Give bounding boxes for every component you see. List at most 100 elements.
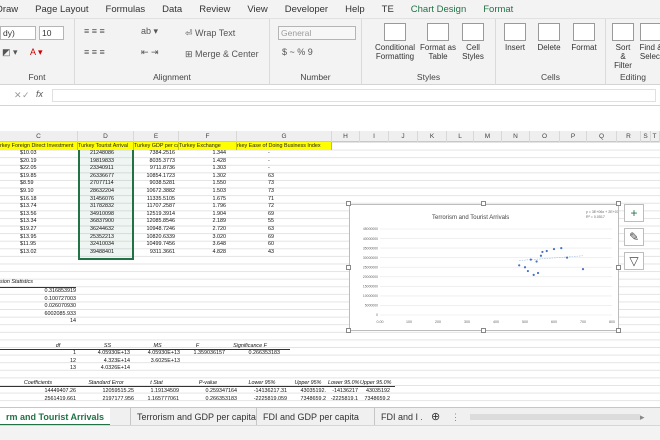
table-cell[interactable]: $13.56 bbox=[20, 211, 48, 218]
conditional-formatting-button[interactable]: Conditional Formatting bbox=[374, 23, 416, 61]
anova-cell[interactable]: 0.266353183 bbox=[220, 350, 280, 357]
ribbon-tab[interactable]: Help bbox=[345, 4, 365, 15]
scatter-chart[interactable]: Terrorism and Tourist Arrivals y = 3E+06x… bbox=[349, 204, 619, 331]
ribbon-tab[interactable]: Formulas bbox=[106, 4, 146, 15]
stat-value[interactable]: 0.316853919 bbox=[20, 288, 76, 295]
table-cell[interactable]: $16.18 bbox=[20, 196, 48, 203]
column-header[interactable]: T bbox=[650, 131, 660, 142]
coef-cell[interactable]: 7348659.2 bbox=[360, 396, 390, 403]
table-cell[interactable]: 1.796 bbox=[206, 203, 227, 210]
table-cell[interactable]: - bbox=[268, 165, 288, 172]
ribbon-tab[interactable]: Page Layout bbox=[35, 4, 88, 15]
anova-cell[interactable]: 1.359036157 bbox=[170, 350, 225, 357]
column-header[interactable]: M bbox=[474, 131, 502, 142]
font-name-box[interactable]: dy) bbox=[0, 26, 36, 40]
resize-handle[interactable] bbox=[481, 201, 486, 206]
table-cell[interactable]: 1.302 bbox=[206, 173, 227, 180]
resize-handle[interactable] bbox=[616, 328, 621, 333]
anova-cell[interactable]: 4.323E+14 bbox=[85, 358, 130, 365]
table-cell[interactable]: 10948.7246 bbox=[137, 226, 175, 233]
coef-cell[interactable]: 7348659.2 bbox=[290, 396, 326, 403]
table-cell[interactable]: 25352213 bbox=[90, 234, 120, 241]
scroll-right-icon[interactable]: ▸ bbox=[640, 408, 645, 426]
table-cell[interactable]: 12519.3914 bbox=[137, 211, 175, 218]
header-cell[interactable]: rkey Foreign Direct Investment bbox=[0, 142, 78, 150]
number-format-box[interactable]: General bbox=[278, 26, 356, 40]
table-cell[interactable]: 1.428 bbox=[206, 158, 227, 165]
ribbon-tab[interactable]: View bbox=[247, 4, 267, 15]
sheet-tab[interactable]: FDI and I ... bbox=[374, 408, 422, 426]
table-cell[interactable]: 31782832 bbox=[90, 203, 120, 210]
coef-cell[interactable]: -2225819.059 bbox=[237, 396, 287, 403]
table-cell[interactable]: 3.020 bbox=[206, 234, 227, 241]
column-header[interactable]: R bbox=[617, 131, 641, 142]
font-color-icon[interactable]: A ▾ bbox=[30, 47, 43, 58]
table-cell[interactable]: 11707.2587 bbox=[137, 203, 175, 210]
table-cell[interactable]: 43 bbox=[268, 249, 288, 256]
delete-button[interactable]: Delete bbox=[534, 23, 564, 52]
table-cell[interactable]: 9711.8736 bbox=[137, 165, 175, 172]
table-cell[interactable]: 21248086 bbox=[90, 150, 120, 157]
coef-cell[interactable]: 0.266353183 bbox=[179, 396, 237, 403]
table-cell[interactable]: 11335.5105 bbox=[137, 196, 175, 203]
table-cell[interactable]: 4.828 bbox=[206, 249, 227, 256]
table-cell[interactable]: 19819833 bbox=[90, 158, 120, 165]
table-cell[interactable]: 73 bbox=[268, 188, 288, 195]
formula-input[interactable] bbox=[52, 89, 656, 102]
table-cell[interactable]: - bbox=[268, 150, 288, 157]
coef-cell[interactable]: 1.165777061 bbox=[134, 396, 179, 403]
table-cell[interactable]: $10.03 bbox=[20, 150, 48, 157]
table-cell[interactable]: 7384.2516 bbox=[137, 150, 175, 157]
table-cell[interactable]: 27077114 bbox=[90, 180, 120, 187]
table-cell[interactable]: 34910098 bbox=[90, 211, 120, 218]
coef-cell[interactable]: -2225819.1 bbox=[328, 396, 358, 403]
format-button[interactable]: Format bbox=[568, 23, 600, 52]
column-header[interactable]: J bbox=[389, 131, 418, 142]
column-header[interactable]: N bbox=[502, 131, 530, 142]
font-size-box[interactable]: 10 bbox=[39, 26, 64, 40]
table-cell[interactable]: $9.10 bbox=[20, 188, 48, 195]
header-cell[interactable]: rkey Ease of Doing Business Index bbox=[237, 142, 332, 150]
number-format-symbols[interactable]: $ ~ % 9 bbox=[282, 47, 313, 57]
table-cell[interactable]: 12085.8546 bbox=[137, 218, 175, 225]
resize-handle[interactable] bbox=[346, 265, 351, 270]
anova-cell[interactable]: 4.0326E+14 bbox=[85, 365, 130, 372]
ribbon-tab[interactable]: Data bbox=[162, 4, 182, 15]
resize-handle[interactable] bbox=[616, 201, 621, 206]
table-cell[interactable]: $19.27 bbox=[20, 226, 48, 233]
anova-cell[interactable]: 4.05930E+13 bbox=[85, 350, 130, 357]
ribbon-tab[interactable]: Chart Design bbox=[411, 4, 466, 15]
coef-cell[interactable]: 2197177.956 bbox=[78, 396, 134, 403]
table-cell[interactable]: $20.19 bbox=[20, 158, 48, 165]
add-sheet-icon[interactable]: ⊕ bbox=[425, 408, 446, 426]
table-cell[interactable]: 73 bbox=[268, 180, 288, 187]
table-cell[interactable]: $13.34 bbox=[20, 218, 48, 225]
table-cell[interactable]: 1.550 bbox=[206, 180, 227, 187]
table-cell[interactable]: 1.503 bbox=[206, 188, 227, 195]
table-cell[interactable]: 8035.3773 bbox=[137, 158, 175, 165]
ribbon-tab[interactable]: Draw bbox=[0, 4, 18, 15]
orientation-icon[interactable]: ab ▾ bbox=[141, 26, 158, 37]
fill-color-icon[interactable]: ◩ ▾ bbox=[2, 47, 18, 58]
table-cell[interactable]: 63 bbox=[268, 226, 288, 233]
table-cell[interactable]: 32410034 bbox=[90, 241, 120, 248]
table-cell[interactable]: 9038.5281 bbox=[137, 180, 175, 187]
coef-cell[interactable]: 2561419.661 bbox=[0, 396, 76, 403]
table-cell[interactable]: $13.95 bbox=[20, 234, 48, 241]
anova-cell[interactable]: 12 bbox=[40, 358, 76, 365]
insert-function-icon[interactable]: fx bbox=[36, 89, 43, 99]
coef-cell[interactable]: 43035192. bbox=[290, 388, 326, 395]
column-header[interactable]: F bbox=[179, 131, 237, 142]
resize-handle[interactable] bbox=[346, 201, 351, 206]
table-cell[interactable]: $11.95 bbox=[20, 241, 48, 248]
table-cell[interactable]: 71 bbox=[268, 196, 288, 203]
indent-icon[interactable]: ⇤ ⇥ bbox=[141, 47, 159, 58]
column-header[interactable]: P bbox=[560, 131, 587, 142]
table-cell[interactable]: 1.303 bbox=[206, 165, 227, 172]
table-cell[interactable]: 36837900 bbox=[90, 218, 120, 225]
table-cell[interactable]: 72 bbox=[268, 203, 288, 210]
column-header[interactable]: H bbox=[332, 131, 360, 142]
table-cell[interactable]: 69 bbox=[268, 234, 288, 241]
format-as-table-button[interactable]: Format as Table bbox=[420, 23, 456, 61]
column-header[interactable]: L bbox=[447, 131, 474, 142]
